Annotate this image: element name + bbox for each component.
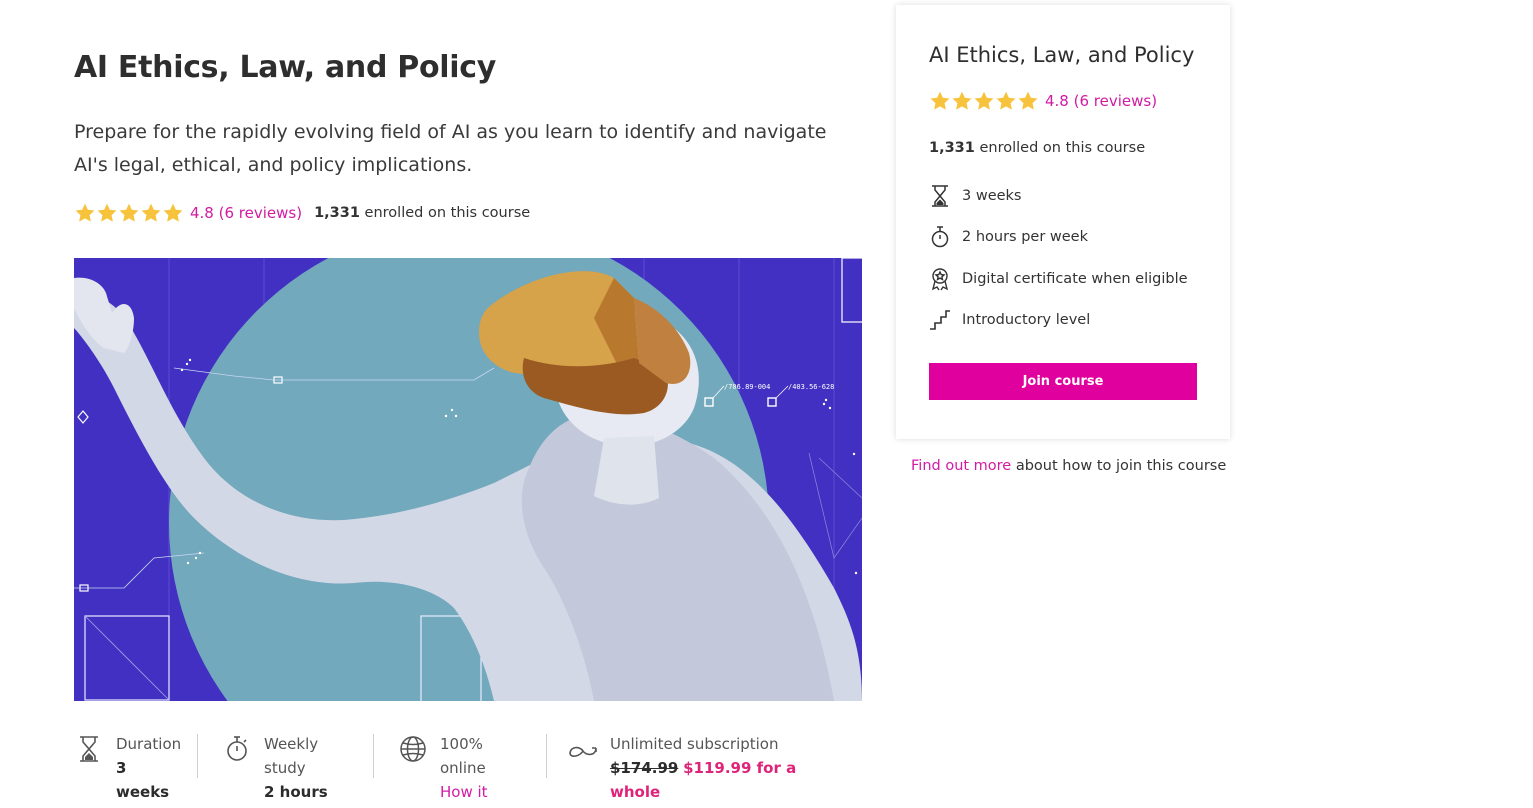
- join-course-button[interactable]: Join course: [929, 363, 1197, 400]
- star-icon: [974, 91, 994, 110]
- card-reviews-link[interactable]: 4.8 (6 reviews): [1045, 92, 1157, 110]
- star-icon: [141, 203, 161, 222]
- find-out-more-link[interactable]: Find out more: [911, 458, 1011, 474]
- card-rating: 4.8 (6 reviews): [929, 90, 1157, 112]
- card-item-certificate: Digital certificate when eligible: [929, 258, 1188, 300]
- card-enrolled-suffix: enrolled on this course: [974, 140, 1146, 156]
- star-icon: [930, 91, 950, 110]
- card-title: AI Ethics, Law, and Policy: [929, 43, 1195, 67]
- star-rating: [74, 202, 184, 224]
- card-item-weekly: 2 hours per week: [929, 217, 1188, 259]
- hero-image: /706.89-004 /403.56-628: [74, 258, 862, 701]
- card-item-certificate-text: Digital certificate when eligible: [962, 270, 1188, 287]
- fact-weekly-label-2: study: [264, 759, 306, 777]
- hero-code-label-1: /706.89-004: [724, 383, 770, 391]
- old-price: $174.99: [610, 759, 679, 777]
- fact-online: 100% online How it works: [374, 732, 547, 808]
- enrolled-number: 1,331: [314, 205, 360, 221]
- rating-row: 4.8 (6 reviews) 1,331 enrolled on this c…: [74, 201, 530, 225]
- card-item-level-text: Introductory level: [962, 312, 1091, 329]
- find-out-more-text: about how to join this course: [1011, 458, 1227, 474]
- stopwatch-icon: [227, 736, 247, 761]
- star-icon: [1018, 91, 1038, 110]
- hourglass-icon: [932, 185, 948, 207]
- how-it-works-line-1: How it: [440, 783, 488, 801]
- fact-weekly-value: 2 hours: [264, 783, 328, 801]
- hourglass-icon: [80, 736, 98, 762]
- enrolled-count: 1,331 enrolled on this course: [314, 205, 530, 221]
- how-it-works-link[interactable]: How it works: [440, 780, 533, 808]
- star-icon: [97, 203, 117, 222]
- fact-subscription-label: Unlimited subscription: [610, 735, 779, 753]
- fact-duration-value: 3 weeks: [116, 759, 170, 801]
- star-icon: [75, 203, 95, 222]
- fact-online-label: 100% online: [440, 735, 486, 777]
- star-icon: [952, 91, 972, 110]
- certificate-icon: [931, 268, 949, 291]
- card-details-list: 3 weeks 2 hours per week Digital certifi…: [929, 175, 1188, 341]
- new-price-line-2[interactable]: year: [610, 804, 833, 808]
- enrolled-suffix: enrolled on this course: [359, 205, 531, 221]
- globe-icon: [400, 736, 426, 762]
- price-line: $174.99 $119.99 for a whole: [610, 756, 833, 804]
- card-item-level: Introductory level: [929, 300, 1188, 342]
- fact-weekly-label-1: Weekly: [264, 735, 319, 753]
- hero-code-label-2: /403.56-628: [788, 383, 834, 391]
- star-icon: [119, 203, 139, 222]
- card-star-rating: [929, 90, 1039, 112]
- enroll-card: AI Ethics, Law, and Policy 4.8 (6 review…: [896, 5, 1230, 439]
- page-title: AI Ethics, Law, and Policy: [74, 50, 497, 85]
- star-icon: [996, 91, 1016, 110]
- card-item-weekly-text: 2 hours per week: [962, 229, 1089, 246]
- hero-illustration: /706.89-004 /403.56-628: [74, 258, 862, 701]
- card-item-duration: 3 weeks: [929, 175, 1188, 217]
- infinity-icon: [569, 746, 597, 757]
- card-item-duration-text: 3 weeks: [962, 187, 1022, 204]
- fact-duration: Duration 3 weeks: [74, 732, 198, 808]
- fact-subscription: Unlimited subscription $174.99 $119.99 f…: [547, 732, 847, 808]
- card-enrolled-number: 1,331: [929, 140, 975, 156]
- star-icon: [163, 203, 183, 222]
- reviews-link[interactable]: 4.8 (6 reviews): [190, 204, 302, 222]
- how-it-works-line-2: works: [440, 804, 533, 808]
- course-facts: Duration 3 weeks Weekly study 2 hours 10…: [74, 732, 864, 808]
- card-enrolled: 1,331 enrolled on this course: [929, 140, 1145, 156]
- fact-duration-label: Duration: [116, 735, 182, 753]
- steps-icon: [930, 310, 950, 331]
- stopwatch-icon: [931, 226, 949, 248]
- course-description: Prepare for the rapidly evolving field o…: [74, 121, 827, 176]
- fact-weekly-study: Weekly study 2 hours: [198, 732, 374, 808]
- find-out-more: Find out more about how to join this cou…: [911, 458, 1226, 474]
